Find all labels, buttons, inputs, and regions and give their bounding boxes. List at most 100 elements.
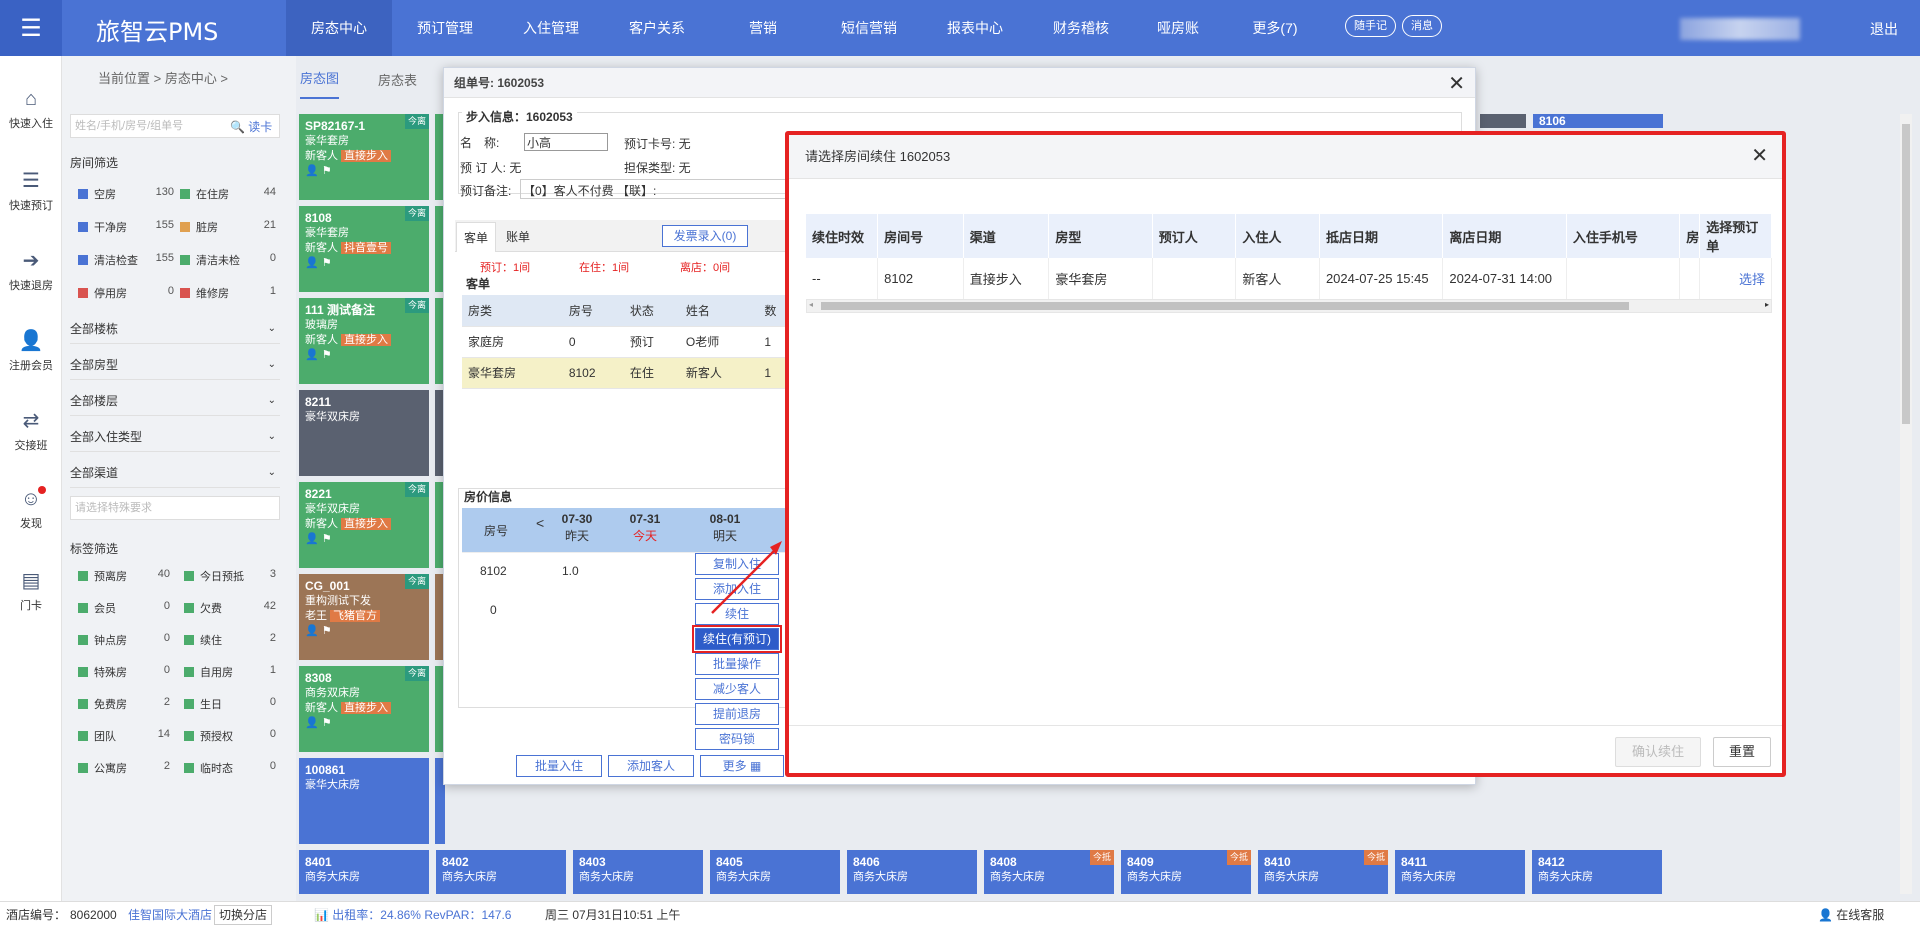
room-status-filter[interactable]: 清洁未检 0 <box>180 252 276 268</box>
room-card[interactable]: 8408 商务大床房 今抵 <box>984 850 1114 894</box>
rail-item[interactable]: ⇄ 交接班 <box>0 408 62 453</box>
filter-select[interactable]: 全部楼层 ⌄ <box>70 386 280 416</box>
add-guest-button[interactable]: 添加客人 <box>608 755 694 777</box>
rail-item[interactable]: ☺ 发现 <box>0 488 62 531</box>
close-icon[interactable]: ✕ <box>1751 143 1768 169</box>
room-card[interactable]: 8403 商务大床房 <box>573 850 703 894</box>
room-status-filter[interactable]: 干净房 155 <box>78 219 174 235</box>
room-view-tab[interactable]: 房态图 <box>300 68 340 99</box>
tag-filter[interactable]: 会员 0 <box>78 600 170 616</box>
room-card[interactable]: 8406 商务大床房 <box>847 850 977 894</box>
room-card[interactable] <box>1480 114 1526 128</box>
tag-filter[interactable]: 特殊房 0 <box>78 664 170 680</box>
close-icon[interactable]: ✕ <box>1448 71 1465 96</box>
room-action-button[interactable]: 密码锁 <box>695 728 779 750</box>
more-button[interactable]: 更多 ▦ <box>700 755 784 777</box>
nav-tab[interactable]: 预订管理 <box>392 0 498 56</box>
nav-tab[interactable]: 财务稽核 <box>1028 0 1134 56</box>
messages-pill[interactable]: 消息 <box>1402 15 1442 37</box>
room-status-filter[interactable]: 脏房 21 <box>180 219 276 235</box>
room-view-tab[interactable]: 房态表 <box>378 70 417 89</box>
tag-filter[interactable]: 临时态 0 <box>184 760 276 776</box>
tag-filter[interactable]: 免费房 2 <box>78 696 170 712</box>
rail-item[interactable]: ➔ 快速退房 <box>0 248 62 293</box>
room-action-button[interactable]: 提前退房 <box>695 703 779 725</box>
room-card[interactable]: CG_001 重构测试下发 老王 飞猪官方 👤 ⚑ 今离 <box>299 574 445 660</box>
nav-tab[interactable]: 营销 <box>710 0 816 56</box>
switch-branch-button[interactable]: 切换分店 <box>214 905 273 925</box>
rail-item[interactable]: ⌂ 快速入住 <box>0 88 62 131</box>
room-action-button[interactable]: 批量操作 <box>695 653 779 675</box>
page-scrollbar-thumb[interactable] <box>1902 124 1910 424</box>
room-card[interactable]: 8108 豪华套房 新客人 抖音壹号 👤 ⚑ 今离 <box>299 206 445 292</box>
tab-guest[interactable]: 客单 <box>456 222 496 252</box>
read-card-button[interactable]: 🔍 读卡 <box>230 118 272 135</box>
online-service-button[interactable]: 👤 在线客服 <box>1818 902 1884 929</box>
page-scrollbar[interactable] <box>1900 114 1912 894</box>
invoice-button[interactable]: 发票录入(0) <box>662 225 748 247</box>
table-row[interactable]: 家庭房 0 预订 O老师 1 <box>462 326 792 358</box>
nav-tab[interactable]: 入住管理 <box>498 0 604 56</box>
room-card[interactable]: 8308 商务双床房 新客人 直接步入 👤 ⚑ 今离 <box>299 666 445 752</box>
room-status-filter[interactable]: 停用房 0 <box>78 285 174 301</box>
scrollbar-thumb[interactable] <box>821 302 1629 310</box>
room-card[interactable]: 8411 商务大床房 <box>1395 850 1525 894</box>
confirm-extend-button[interactable]: 确认续住 <box>1615 737 1701 767</box>
name-field[interactable]: 小高 <box>524 133 608 151</box>
room-card[interactable]: 111 测试备注 玻璃房 新客人 直接步入 👤 ⚑ 今离 <box>299 298 445 384</box>
room-card[interactable]: 8410 商务大床房 今抵 <box>1258 850 1388 894</box>
logout-link[interactable]: 退出 <box>1870 19 1898 39</box>
extend-with-booking-button[interactable]: 续住(有预订) <box>692 625 782 653</box>
filter-select[interactable]: 全部房型 ⌄ <box>70 350 280 380</box>
scroll-right-icon[interactable]: ▸ <box>1765 300 1769 309</box>
nav-tab[interactable]: 更多(7) <box>1222 0 1328 56</box>
prev-day-chevron-icon[interactable]: < <box>536 515 544 531</box>
reset-button[interactable]: 重置 <box>1713 737 1771 767</box>
nav-tab[interactable]: 哑房账 <box>1134 0 1222 56</box>
room-status-filter[interactable]: 维修房 1 <box>180 285 276 301</box>
room-card[interactable]: 8402 商务大床房 <box>436 850 566 894</box>
table-row[interactable]: -- 8102 直接步入 豪华套房 新客人 2024-07-25 15:45 2024-07… <box>806 258 1772 301</box>
rail-item[interactable]: ☰ 快速预订 <box>0 168 62 213</box>
tag-filter[interactable]: 自用房 1 <box>184 664 276 680</box>
nav-tab[interactable]: 客户关系 <box>604 0 710 56</box>
menu-toggle-icon[interactable]: ☰ <box>0 0 62 56</box>
room-status-filter[interactable]: 清洁检查 155 <box>78 252 174 268</box>
room-status-filter[interactable]: 空房 130 <box>78 186 174 202</box>
filter-select[interactable]: 全部楼栋 ⌄ <box>70 314 280 344</box>
rail-item[interactable]: 👤 注册会员 <box>0 328 62 373</box>
nav-tab[interactable]: 短信营销 <box>816 0 922 56</box>
room-card[interactable]: 8409 商务大床房 今抵 <box>1121 850 1251 894</box>
room-card[interactable]: 8211 豪华双床房 <box>299 390 445 476</box>
nav-tab[interactable]: 报表中心 <box>922 0 1028 56</box>
select-booking-link[interactable]: 选择 <box>1699 258 1772 301</box>
tag-filter[interactable]: 今日预抵 3 <box>184 568 276 584</box>
tag-filter[interactable]: 公寓房 2 <box>78 760 170 776</box>
room-card[interactable]: 100861 豪华大床房 <box>299 758 445 844</box>
tag-filter[interactable]: 预授权 0 <box>184 728 276 744</box>
room-card[interactable]: 8412 商务大床房 <box>1532 850 1662 894</box>
tag-filter[interactable]: 生日 0 <box>184 696 276 712</box>
tag-filter[interactable]: 续住 2 <box>184 632 276 648</box>
batch-checkin-button[interactable]: 批量入住 <box>516 755 602 777</box>
room-status-filter[interactable]: 在住房 44 <box>180 186 276 202</box>
scroll-left-icon[interactable]: ◂ <box>809 300 813 309</box>
tag-filter[interactable]: 预离房 40 <box>78 568 170 584</box>
notes-pill[interactable]: 随手记 <box>1345 15 1396 37</box>
special-request-select[interactable]: 请选择特殊要求 <box>70 496 280 520</box>
tag-filter[interactable]: 欠费 42 <box>184 600 276 616</box>
room-card[interactable]: 8106 <box>1533 114 1663 128</box>
filter-select[interactable]: 全部入住类型 ⌄ <box>70 422 280 452</box>
tag-filter[interactable]: 团队 14 <box>78 728 170 744</box>
room-card[interactable]: SP82167-1 豪华套房 新客人 直接步入 👤 ⚑ 今离 <box>299 114 445 200</box>
tab-bill[interactable]: 账单 <box>498 222 538 252</box>
tag-filter[interactable]: 钟点房 0 <box>78 632 170 648</box>
room-action-button[interactable]: 减少客人 <box>695 678 779 700</box>
room-card[interactable]: 8405 商务大床房 <box>710 850 840 894</box>
filter-select[interactable]: 全部渠道 ⌄ <box>70 458 280 488</box>
room-card[interactable]: 8221 豪华双床房 新客人 直接步入 👤 ⚑ 今离 <box>299 482 445 568</box>
rail-item[interactable]: ▤ 门卡 <box>0 568 62 613</box>
user-avatar-blurred[interactable] <box>1680 18 1800 40</box>
table-row[interactable]: 豪华套房 8102 在住 新客人 1 <box>462 357 792 389</box>
horizontal-scrollbar[interactable]: ◂ ▸ <box>806 299 1772 313</box>
